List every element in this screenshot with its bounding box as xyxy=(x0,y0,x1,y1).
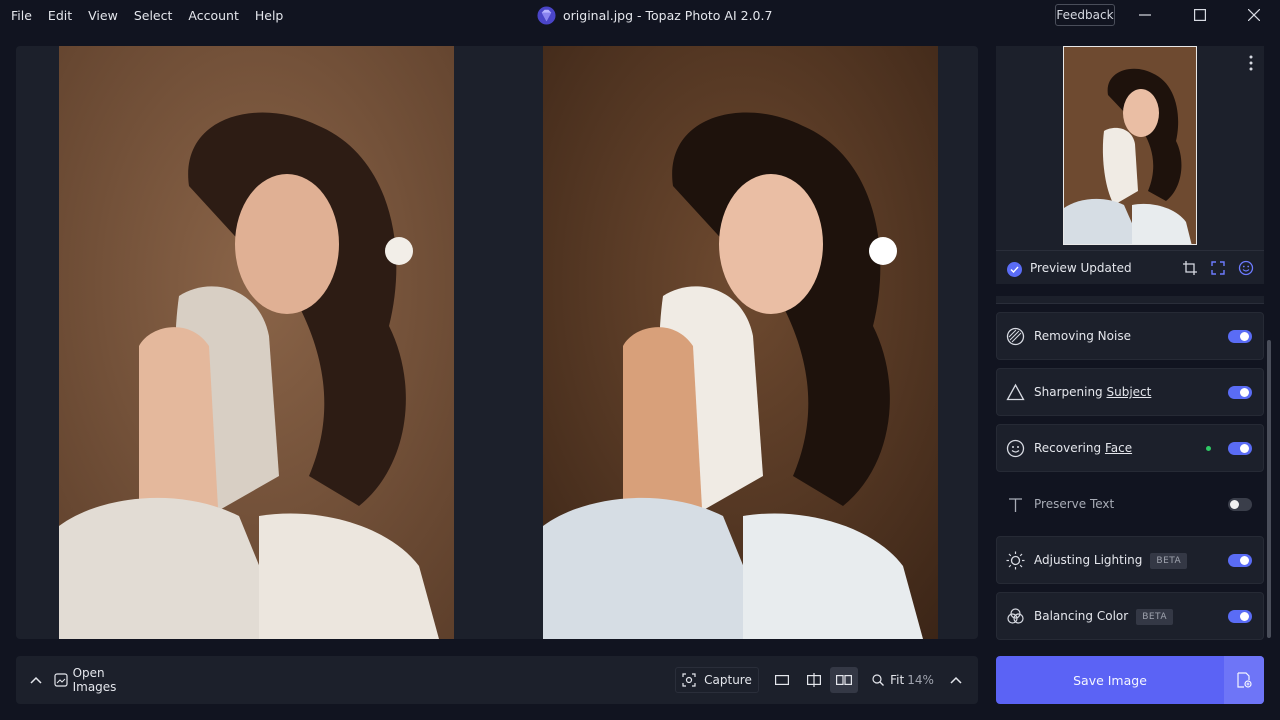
text-icon xyxy=(1009,498,1022,512)
title-bar: File Edit View Select Account Help origi… xyxy=(0,0,1280,30)
image-icon xyxy=(54,673,68,687)
split-view-icon[interactable] xyxy=(800,667,828,693)
side-by-side-view-icon[interactable] xyxy=(830,667,858,693)
filter-toggle[interactable] xyxy=(1228,386,1252,399)
original-image xyxy=(59,46,454,639)
filter-toggle[interactable] xyxy=(1228,554,1252,567)
zoom-control[interactable]: Fit 14% xyxy=(868,667,938,693)
maximize-icon[interactable] xyxy=(1190,5,1210,25)
check-circle-icon xyxy=(1007,262,1022,277)
panel-divider xyxy=(996,296,1264,304)
zoom-fit-label: Fit xyxy=(890,673,905,687)
noise-icon xyxy=(1006,327,1025,346)
image-viewer[interactable] xyxy=(16,46,978,639)
crop-icon[interactable] xyxy=(1182,260,1198,276)
menu-select[interactable]: Select xyxy=(129,8,178,23)
filter-label: Balancing Color BETA xyxy=(1034,609,1174,625)
menu-account[interactable]: Account xyxy=(183,8,243,23)
window-title-text: original.jpg - Topaz Photo AI 2.0.7 xyxy=(563,8,773,23)
sun-icon xyxy=(1006,551,1025,570)
menu-file[interactable]: File xyxy=(6,8,37,23)
open-images-button[interactable]: Open Images xyxy=(54,666,150,694)
filter-label: Recovering Face xyxy=(1034,441,1133,455)
filter-toggle[interactable] xyxy=(1228,330,1252,343)
filter-label: Removing Noise xyxy=(1034,329,1131,343)
single-view-icon[interactable] xyxy=(768,667,796,693)
face-mode-link[interactable]: Face xyxy=(1105,441,1132,455)
sharpening-mode-link[interactable]: Subject xyxy=(1107,385,1152,399)
filter-sharpening[interactable]: Sharpening Subject xyxy=(996,368,1264,416)
navigator-thumbnail[interactable] xyxy=(1063,46,1197,245)
close-icon[interactable] xyxy=(1244,5,1264,25)
window-title: original.jpg - Topaz Photo AI 2.0.7 xyxy=(537,6,772,25)
zoom-value: 14% xyxy=(907,673,934,687)
zoom-icon xyxy=(872,674,885,686)
capture-label: Capture xyxy=(704,673,752,687)
filter-toggle[interactable] xyxy=(1228,498,1252,511)
filter-preserve-text[interactable]: Preserve Text xyxy=(996,480,1264,528)
color-balance-icon xyxy=(1007,608,1024,624)
filter-removing-noise[interactable]: Removing Noise xyxy=(996,312,1264,360)
filter-recovering-face[interactable]: Recovering Face xyxy=(996,424,1264,472)
face-icon xyxy=(1006,439,1025,458)
menu-help[interactable]: Help xyxy=(250,8,289,23)
feedback-button[interactable]: Feedback xyxy=(1055,4,1115,26)
preview-status-label: Preview Updated xyxy=(1030,261,1132,275)
navigator-panel: Preview Updated xyxy=(996,46,1264,284)
filter-label: Adjusting Lighting BETA xyxy=(1034,553,1188,569)
menu-edit[interactable]: Edit xyxy=(43,8,77,23)
minimize-icon[interactable] xyxy=(1135,5,1155,25)
face-icon[interactable] xyxy=(1238,260,1254,276)
capture-button[interactable]: Capture xyxy=(675,667,759,693)
save-image-label: Save Image xyxy=(1073,672,1147,688)
beta-badge: BETA xyxy=(1150,553,1188,569)
more-options-icon[interactable] xyxy=(1248,54,1254,72)
topaz-logo-icon xyxy=(537,6,556,25)
enhanced-image xyxy=(543,46,938,639)
filter-label: Sharpening Subject xyxy=(1034,385,1152,399)
export-settings-icon[interactable] xyxy=(1224,656,1264,704)
open-images-label: Open Images xyxy=(72,666,117,694)
filter-balancing-color[interactable]: Balancing Color BETA xyxy=(996,592,1264,640)
filter-toggle[interactable] xyxy=(1228,610,1252,623)
filters-scrollbar[interactable] xyxy=(1267,340,1271,638)
filter-toggle[interactable] xyxy=(1228,442,1252,455)
triangle-icon xyxy=(1006,383,1025,401)
capture-icon xyxy=(682,673,696,687)
filter-label: Preserve Text xyxy=(1034,497,1115,511)
status-dot xyxy=(1206,446,1211,451)
beta-badge: BETA xyxy=(1136,609,1174,625)
chevron-up-icon[interactable] xyxy=(22,667,50,693)
bottom-toolbar: Open Images Capture Fit 14% xyxy=(16,656,978,704)
zoom-menu-chevron-icon[interactable] xyxy=(942,667,970,693)
filter-adjusting-lighting[interactable]: Adjusting Lighting BETA xyxy=(996,536,1264,584)
fullscreen-icon[interactable] xyxy=(1210,260,1226,276)
menu-view[interactable]: View xyxy=(83,8,123,23)
preview-status-row: Preview Updated xyxy=(996,250,1264,284)
menu-bar: File Edit View Select Account Help xyxy=(0,0,288,30)
save-image-button[interactable]: Save Image xyxy=(996,656,1264,704)
